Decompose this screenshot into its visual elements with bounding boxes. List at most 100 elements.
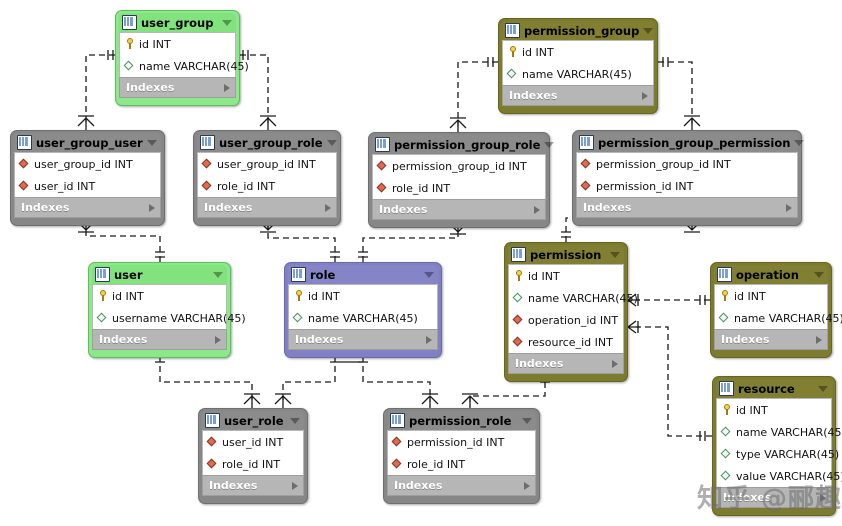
table-header-user_group_role[interactable]: user_group_role bbox=[197, 133, 337, 152]
chevron-down-icon[interactable] bbox=[610, 251, 620, 258]
chevron-down-icon[interactable] bbox=[794, 139, 805, 146]
indexes-section-operation[interactable]: Indexes bbox=[714, 329, 828, 350]
column-row[interactable]: value VARCHAR(45) bbox=[717, 465, 842, 487]
table-header-permission_group_permission[interactable]: permission_group_permission bbox=[576, 133, 805, 152]
chevron-right-icon[interactable] bbox=[534, 205, 540, 214]
table-header-permission_role[interactable]: permission_role bbox=[387, 411, 536, 430]
indexes-section-user_group_user[interactable]: Indexes bbox=[14, 197, 161, 218]
table-permission_group_permission[interactable]: permission_group_permission permission_gr… bbox=[572, 130, 805, 226]
column-row[interactable]: user_group_id INT bbox=[198, 153, 336, 175]
chevron-down-icon[interactable] bbox=[147, 139, 157, 146]
column-row[interactable]: operation_id INT bbox=[509, 309, 623, 331]
chevron-right-icon[interactable] bbox=[816, 335, 822, 344]
table-icon bbox=[390, 413, 405, 428]
chevron-down-icon[interactable] bbox=[326, 139, 337, 146]
chevron-right-icon[interactable] bbox=[215, 335, 221, 344]
column-row[interactable]: type VARCHAR(45) bbox=[717, 443, 839, 465]
table-permission_role[interactable]: permission_role permission_id INT role_id … bbox=[383, 408, 540, 504]
chevron-down-icon[interactable] bbox=[213, 271, 223, 278]
table-header-user_role[interactable]: user_role bbox=[202, 411, 304, 430]
table-header-operation[interactable]: operation bbox=[714, 265, 828, 284]
column-row[interactable]: id INT bbox=[503, 41, 653, 63]
chevron-right-icon[interactable] bbox=[820, 493, 826, 502]
table-user[interactable]: user id INT username VARCHAR(45) Indexes bbox=[88, 262, 246, 358]
table-header-user_group_user[interactable]: user_group_user bbox=[14, 133, 161, 152]
chevron-right-icon[interactable] bbox=[149, 203, 155, 212]
column-row[interactable]: user_id INT bbox=[15, 175, 160, 197]
chevron-down-icon[interactable] bbox=[544, 141, 555, 148]
table-permission_group[interactable]: permission_group id INT name VARCHAR(45) In… bbox=[498, 18, 658, 114]
table-user_group_role[interactable]: user_group_role user_group_id INT role_id … bbox=[193, 130, 341, 226]
column-row[interactable]: role_id INT bbox=[198, 175, 336, 197]
column-row[interactable]: resource_id INT bbox=[509, 331, 623, 353]
table-role[interactable]: role id INT name VARCHAR(45) Indexes bbox=[284, 262, 442, 358]
chevron-down-icon[interactable] bbox=[643, 27, 654, 34]
indexes-section-permission_role[interactable]: Indexes bbox=[387, 475, 536, 496]
table-permission[interactable]: permission id INT name VARCHAR(45) operatio… bbox=[504, 242, 638, 382]
chevron-right-icon[interactable] bbox=[786, 203, 792, 212]
er-diagram-canvas[interactable]: user_group id INT name VARCHAR(45) Indexes p… bbox=[0, 0, 842, 526]
column-row[interactable]: name VARCHAR(45) bbox=[717, 421, 842, 443]
column-row[interactable]: name VARCHAR(45) bbox=[503, 63, 653, 85]
indexes-section-role[interactable]: Indexes bbox=[288, 329, 438, 350]
indexes-section-resource[interactable]: Indexes bbox=[716, 487, 832, 508]
column-row[interactable]: permission_id INT bbox=[577, 175, 797, 197]
column-row[interactable]: id INT bbox=[715, 285, 827, 307]
chevron-down-icon[interactable] bbox=[818, 385, 828, 392]
column-label: role_id INT bbox=[392, 181, 451, 195]
column-row[interactable]: id INT bbox=[289, 285, 437, 307]
table-user_group[interactable]: user_group id INT name VARCHAR(45) Indexes bbox=[115, 10, 249, 106]
indexes-section-user[interactable]: Indexes bbox=[92, 329, 227, 350]
table-header-role[interactable]: role bbox=[288, 265, 438, 284]
column-row[interactable]: permission_group_id INT bbox=[373, 155, 545, 177]
column-row[interactable]: role_id INT bbox=[388, 453, 535, 475]
table-header-user[interactable]: user bbox=[92, 265, 227, 284]
chevron-right-icon[interactable] bbox=[612, 359, 618, 368]
chevron-right-icon[interactable] bbox=[524, 481, 530, 490]
column-row[interactable]: id INT bbox=[717, 399, 831, 421]
column-row[interactable]: name VARCHAR(45) bbox=[289, 307, 437, 329]
chevron-right-icon[interactable] bbox=[642, 91, 648, 100]
table-permission_group_role[interactable]: permission_group_role permission_group_id… bbox=[368, 132, 555, 228]
chevron-right-icon[interactable] bbox=[325, 203, 331, 212]
column-row[interactable]: role_id INT bbox=[373, 177, 545, 199]
table-user_role[interactable]: user_role user_id INT role_id INT Indexes bbox=[198, 408, 308, 504]
column-row[interactable]: user_group_id INT bbox=[15, 153, 160, 175]
column-row[interactable]: username VARCHAR(45) bbox=[93, 307, 246, 329]
column-row[interactable]: id INT bbox=[93, 285, 226, 307]
chevron-right-icon[interactable] bbox=[426, 335, 432, 344]
table-header-permission_group_role[interactable]: permission_group_role bbox=[372, 135, 555, 154]
indexes-section-permission_group_role[interactable]: Indexes bbox=[372, 199, 546, 220]
column-row[interactable]: name VARCHAR(45) bbox=[120, 55, 249, 77]
table-header-permission[interactable]: permission bbox=[508, 245, 624, 264]
table-operation[interactable]: operation id INT name VARCHAR(45) Indexes bbox=[710, 262, 842, 358]
column-row[interactable]: name VARCHAR(45) bbox=[509, 287, 638, 309]
table-user_group_user[interactable]: user_group_user user_group_id INT user_id … bbox=[10, 130, 165, 226]
chevron-down-icon[interactable] bbox=[290, 417, 300, 424]
column-row[interactable]: id INT bbox=[120, 33, 235, 55]
table-header-permission_group[interactable]: permission_group bbox=[502, 21, 654, 40]
column-row[interactable]: user_id INT bbox=[203, 431, 303, 453]
chevron-right-icon[interactable] bbox=[292, 481, 298, 490]
table-resource[interactable]: resource id INT name VARCHAR(45) type VARCH… bbox=[712, 376, 842, 516]
fk-diamond-icon bbox=[207, 436, 218, 448]
indexes-section-permission[interactable]: Indexes bbox=[508, 353, 624, 374]
chevron-down-icon[interactable] bbox=[222, 19, 232, 26]
indexes-section-permission_group[interactable]: Indexes bbox=[502, 85, 654, 106]
column-row[interactable]: id INT bbox=[509, 265, 623, 287]
table-header-user_group[interactable]: user_group bbox=[119, 13, 236, 32]
indexes-label: Indexes bbox=[583, 201, 632, 214]
column-row[interactable]: role_id INT bbox=[203, 453, 303, 475]
chevron-down-icon[interactable] bbox=[814, 271, 824, 278]
indexes-section-user_role[interactable]: Indexes bbox=[202, 475, 304, 496]
chevron-down-icon[interactable] bbox=[424, 271, 434, 278]
column-row[interactable]: permission_group_id INT bbox=[577, 153, 797, 175]
indexes-section-user_group[interactable]: Indexes bbox=[119, 77, 236, 98]
indexes-section-permission_group_permission[interactable]: Indexes bbox=[576, 197, 798, 218]
indexes-section-user_group_role[interactable]: Indexes bbox=[197, 197, 337, 218]
column-row[interactable]: permission_id INT bbox=[388, 431, 535, 453]
table-header-resource[interactable]: resource bbox=[716, 379, 832, 398]
chevron-right-icon[interactable] bbox=[224, 83, 230, 92]
column-row[interactable]: name VARCHAR(45) bbox=[715, 307, 842, 329]
chevron-down-icon[interactable] bbox=[522, 417, 532, 424]
